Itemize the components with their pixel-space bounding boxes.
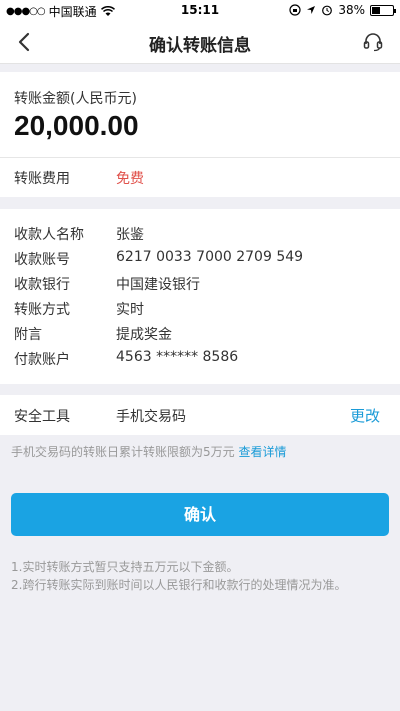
change-security-tool-link[interactable]: 更改	[350, 405, 380, 426]
detail-row-transfer-method: 转账方式 实时	[14, 299, 144, 319]
confirm-button[interactable]: 确认	[11, 493, 389, 536]
detail-label: 付款账户	[14, 352, 70, 368]
note-item: 2.跨行转账实际到账时间以人民银行和收款行的处理情况为准。	[11, 578, 347, 592]
location-icon	[307, 6, 316, 14]
note-item: 1.实时转账方式暂只支持五万元以下金额。	[11, 560, 239, 574]
detail-value: 4563 ****** 8586	[116, 349, 239, 365]
nav-bar: 确认转账信息	[0, 20, 400, 64]
detail-value: 张鉴	[116, 227, 144, 243]
battery-fill	[372, 6, 380, 14]
limit-note-text: 手机交易码的转账日累计转账限额为5万元	[11, 445, 235, 459]
security-tool-value: 手机交易码	[116, 409, 186, 425]
amount-card: 转账金额(人民币元) 20,000.00 转账费用 免费	[0, 72, 400, 197]
detail-row-payee-bank: 收款银行 中国建设银行	[14, 274, 200, 294]
detail-label: 收款人名称	[14, 227, 84, 243]
divider	[0, 157, 400, 158]
amount-label: 转账金额(人民币元)	[14, 91, 137, 107]
transfer-details-card: 收款人名称 张鉴 收款账号 6217 0033 7000 2709 549 收款…	[0, 209, 400, 384]
detail-row-payer-account: 付款账户 4563 ****** 8586	[14, 349, 238, 369]
detail-value: 提成奖金	[116, 327, 172, 343]
detail-row-payee-account: 收款账号 6217 0033 7000 2709 549	[14, 249, 303, 269]
view-details-link[interactable]: 查看详情	[238, 445, 286, 459]
battery-percent: 38%	[338, 3, 365, 17]
limit-note: 手机交易码的转账日累计转账限额为5万元 查看详情	[11, 443, 286, 460]
detail-value: 中国建设银行	[116, 277, 200, 293]
detail-label: 收款账号	[14, 252, 70, 268]
orientation-lock-icon	[289, 4, 301, 16]
detail-value: 6217 0033 7000 2709 549	[116, 249, 304, 265]
fee-label: 转账费用	[14, 171, 70, 187]
amount-value: 20,000.00	[14, 110, 139, 141]
fee-value: 免费	[116, 171, 144, 187]
status-right: 38%	[289, 3, 396, 17]
detail-row-payee-name: 收款人名称 张鉴	[14, 224, 144, 244]
page-title: 确认转账信息	[149, 36, 251, 56]
notes: 1.实时转账方式暂只支持五万元以下金额。 2.跨行转账实际到账时间以人民银行和收…	[11, 558, 346, 594]
detail-label: 收款银行	[14, 277, 70, 293]
detail-label: 附言	[14, 327, 42, 343]
alarm-icon	[322, 5, 333, 16]
detail-label: 转账方式	[14, 302, 70, 318]
detail-row-memo: 附言 提成奖金	[14, 324, 172, 344]
detail-value: 实时	[116, 302, 144, 318]
security-tool-row: 安全工具 手机交易码 更改	[0, 395, 400, 435]
battery-icon	[370, 4, 396, 16]
security-tool-label: 安全工具	[14, 409, 70, 425]
headset-icon[interactable]	[362, 31, 384, 53]
status-bar: ●●●○○ 中国联通 15:11 38%	[0, 0, 400, 20]
